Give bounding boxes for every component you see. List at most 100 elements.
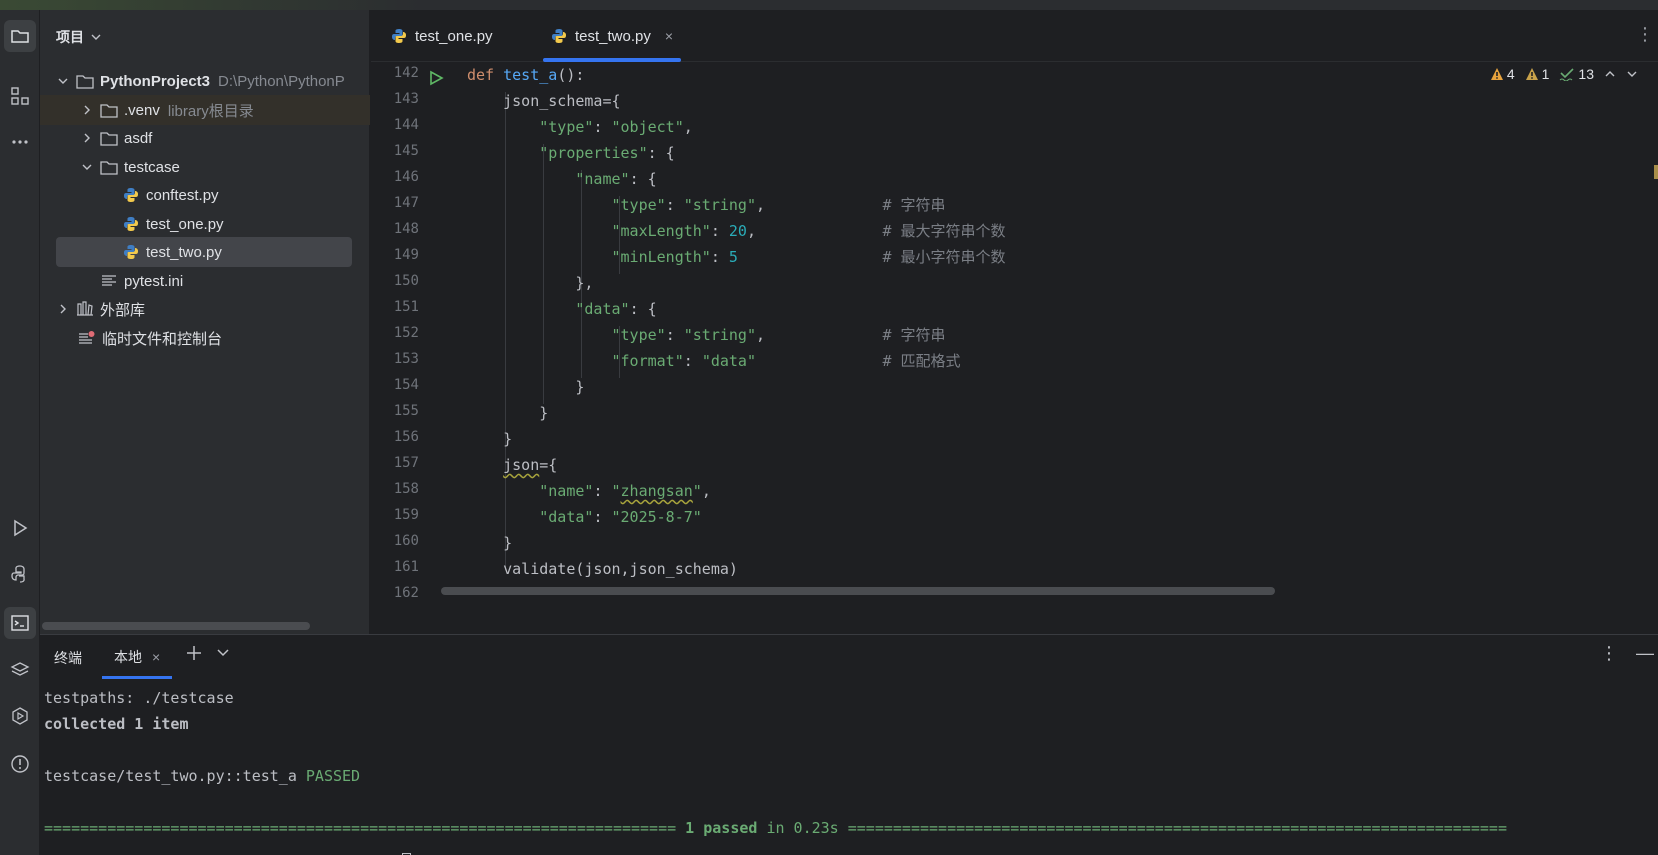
chevron-right-icon[interactable] [80, 103, 94, 117]
code-line: } [467, 426, 512, 452]
project-panel-header[interactable]: 项目 [56, 26, 102, 48]
comment: # 最小字符串个数 [882, 248, 1006, 266]
string: "minLength" [611, 248, 711, 266]
chevron-down-icon[interactable] [80, 160, 94, 174]
tree-item-label: asdf [124, 129, 153, 147]
project-tool-button[interactable] [4, 20, 36, 52]
terminal-title: 终端 [54, 650, 82, 666]
quote: " [611, 482, 621, 500]
line-number: 143 [393, 91, 419, 107]
code-text: ={ [539, 456, 558, 474]
line-number: 157 [393, 455, 419, 471]
editor: test_one.py test_two.py × ⋮ 4 1 13 142 1… [371, 10, 1658, 634]
code-line: "data": { [467, 296, 656, 322]
line-number: 162 [393, 585, 419, 601]
tab-local[interactable]: 本地 × [102, 635, 173, 679]
run-icon [14, 519, 28, 537]
tool-window-bar [0, 10, 40, 855]
chevron-right-icon[interactable] [56, 302, 70, 316]
line-number: 146 [393, 169, 419, 185]
code-text: (): [557, 66, 585, 84]
terminal-line: collected 1 item [44, 715, 189, 733]
warning-stripe-marker[interactable] [1654, 165, 1658, 179]
code-line: "type": "object", [539, 118, 693, 136]
scratch-icon [78, 329, 96, 347]
string: "string" [683, 326, 756, 344]
top-glow [0, 0, 420, 10]
terminal-tool-button[interactable] [4, 607, 36, 639]
editor-tabs: test_one.py test_two.py × ⋮ [371, 10, 1658, 62]
line-number: 142 [393, 65, 419, 81]
project-horizontal-scrollbar[interactable] [42, 622, 310, 630]
layers-tool-button[interactable] [4, 654, 36, 686]
code-line: "type": "string", # 字符串 [611, 196, 946, 214]
line-number: 147 [393, 195, 419, 211]
more-tools-button[interactable] [4, 126, 36, 158]
run-tool-button[interactable] [4, 512, 36, 544]
string: "name" [539, 482, 594, 500]
string: "type" [539, 118, 594, 136]
structure-tool-button[interactable] [4, 80, 36, 112]
services-tool-button[interactable] [4, 700, 36, 732]
string: "zhangsan" [612, 482, 702, 500]
code-text: } [575, 378, 585, 396]
code-line: "data": "2025-8-7" [539, 508, 702, 526]
tree-item-asdf[interactable]: asdf [40, 123, 370, 153]
duration: in 0.23s [766, 819, 839, 837]
close-icon[interactable]: × [665, 28, 673, 44]
python-console-tool-button[interactable] [4, 558, 36, 590]
tree-item-testcase[interactable]: testcase [40, 152, 370, 182]
tree-item-conftest[interactable]: conftest.py [40, 180, 370, 210]
code-area[interactable]: def test_a(): json_schema={ "type": "obj… [467, 62, 1607, 622]
window-top-strip [0, 0, 1658, 10]
python-console-icon [11, 565, 25, 583]
test-status: PASSED [305, 767, 361, 785]
editor-horizontal-scrollbar[interactable] [441, 587, 1275, 595]
tree-item-label: conftest.py [146, 186, 219, 204]
tree-item-label: pytest.ini [124, 272, 184, 290]
tree-item-test-one[interactable]: test_one.py [40, 209, 370, 239]
folder-icon [100, 101, 118, 119]
tree-item-test-two[interactable]: test_two.py [56, 237, 352, 267]
code-line: def test_a(): [467, 62, 584, 88]
tab-label: test_two.py [575, 27, 651, 45]
keyword: def [467, 66, 495, 84]
quote: " [692, 482, 702, 500]
code-text: } [503, 430, 513, 448]
tab-test-two[interactable]: test_two.py × [543, 10, 682, 62]
line-number: 155 [393, 403, 419, 419]
more-icon[interactable]: ⋮ [1600, 643, 1618, 664]
string: "properties" [539, 144, 648, 162]
comment: # 最大字符串个数 [882, 222, 1006, 240]
code-text: json_schema={ [503, 92, 621, 110]
tree-item-venv[interactable]: .venv library根目录 [40, 95, 370, 125]
tree-item-scratches[interactable]: 临时文件和控制台 [40, 323, 370, 353]
close-icon[interactable]: × [152, 649, 160, 665]
terminal-icon [11, 615, 29, 631]
tree-item-pytest-ini[interactable]: pytest.ini [40, 266, 370, 296]
editor-tabs-more-button[interactable]: ⋮ [1636, 24, 1654, 45]
add-icon[interactable] [186, 645, 202, 661]
chevron-down-icon[interactable] [216, 645, 230, 659]
tab-test-one[interactable]: test_one.py [391, 10, 493, 62]
problems-tool-button[interactable] [4, 748, 36, 780]
terminal-line: testcase/test_two.py::test_a PASSED [44, 763, 360, 789]
tree-item-label: 临时文件和控制台 [102, 330, 223, 348]
code-line: json_schema={ [467, 88, 621, 114]
code-line: "format": "data" # 匹配格式 [611, 352, 961, 370]
string: "data" [539, 508, 594, 526]
run-gutter-icon[interactable] [428, 70, 444, 86]
tree-item-root[interactable]: PythonProject3 D:\Python\PythonP [40, 66, 370, 96]
chevron-down-icon[interactable] [56, 74, 70, 88]
line-number: 156 [393, 429, 419, 445]
folder-icon [100, 129, 118, 147]
python-file-icon [122, 215, 140, 233]
string: "object" [611, 118, 684, 136]
string: "data" [575, 300, 630, 318]
chevron-down-icon[interactable] [1626, 68, 1638, 80]
chevron-right-icon[interactable] [80, 131, 94, 145]
minimize-icon[interactable]: — [1636, 643, 1654, 664]
tree-item-external-libraries[interactable]: 外部库 [40, 294, 370, 324]
tab-label: 本地 [114, 649, 142, 665]
terminal-right-actions: ⋮ — [1600, 643, 1654, 664]
